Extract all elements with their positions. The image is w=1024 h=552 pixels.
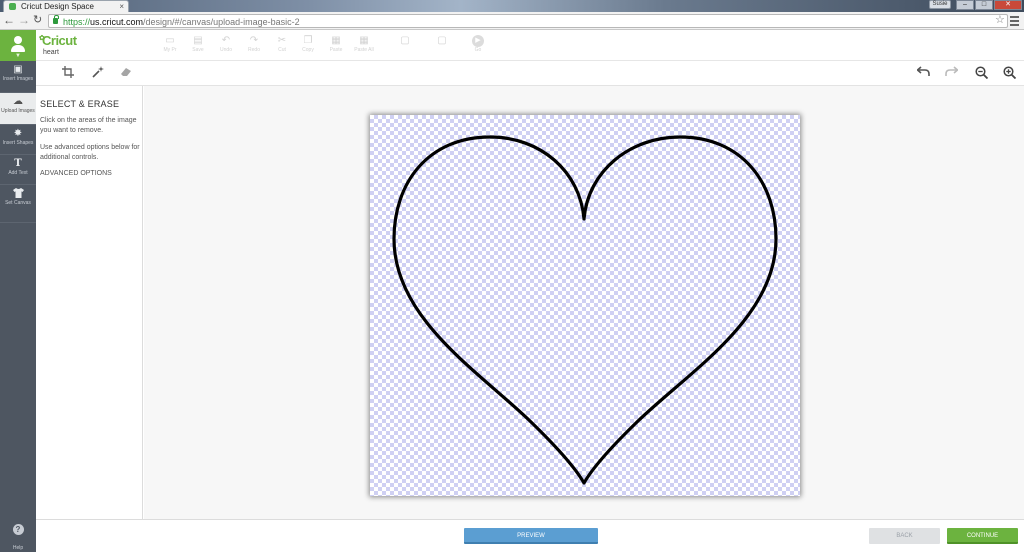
edit-toolbar [36, 61, 1024, 86]
select-erase-panel: SELECT & ERASE Click on the areas of the… [36, 86, 143, 519]
help-icon: ? [12, 524, 24, 535]
bookmark-star-icon[interactable]: ☆ [995, 14, 1005, 26]
browser-reload-icon[interactable]: ↻ [33, 14, 42, 27]
browser-tab[interactable]: Cricut Design Space × [3, 0, 129, 12]
instruction-text: Use advanced options below for additiona… [40, 144, 140, 161]
help-button[interactable]: ? Help [0, 522, 36, 552]
browser-back-icon[interactable]: ← [3, 14, 15, 27]
redo-icon: ↷ [249, 35, 259, 46]
toolbar-button-disabled-2[interactable]: ▢ [428, 35, 456, 47]
back-button[interactable]: BACK [869, 528, 940, 544]
advanced-options-link[interactable]: ADVANCED OPTIONS [40, 170, 112, 177]
paste-all-button[interactable]: ▦ Paste All [352, 35, 376, 53]
logo-swoosh-icon: ✿ [39, 35, 45, 42]
browser-address-bar: ← → ↻ https://us.cricut.com/design/#/can… [0, 12, 1024, 30]
undo-icon: ↶ [221, 35, 231, 46]
cricut-favicon-icon [9, 3, 16, 10]
sidebar-item-label: Add Text [8, 170, 28, 176]
go-icon: ▶ [472, 35, 484, 47]
tab-title: Cricut Design Space [21, 2, 94, 11]
upload-cloud-icon: ☁ [13, 96, 23, 107]
copy-button[interactable]: ❐ Copy [296, 35, 320, 53]
browser-tab-bar: Cricut Design Space × Susie – □ ✕ [0, 0, 1024, 12]
lock-icon [53, 15, 59, 24]
browser-menu-icon[interactable] [1010, 14, 1020, 26]
continue-button[interactable]: CONTINUE [947, 528, 1018, 544]
image-canvas[interactable] [370, 115, 800, 496]
browser-forward-icon[interactable]: → [18, 14, 30, 27]
url-scheme: https:// [63, 17, 91, 27]
tab-close-icon[interactable]: × [119, 1, 124, 12]
project-name: heart [43, 49, 59, 56]
window-controls: Susie – □ ✕ [929, 0, 1022, 11]
folder-icon: ▭ [165, 35, 175, 46]
cut-icon: ✂ [277, 35, 287, 46]
paste-icon: ▦ [331, 35, 341, 46]
undo-toolbar-button[interactable]: ↶ Undo [214, 35, 238, 53]
workspace [144, 86, 1024, 519]
sidebar-item-set-canvas[interactable]: Set Canvas [0, 185, 36, 223]
instruction-text: Click on the areas of the image you want… [40, 117, 137, 134]
redo-toolbar-button[interactable]: ↷ Redo [242, 35, 266, 53]
redo-icon[interactable] [943, 66, 959, 80]
shirt-icon [0, 188, 36, 199]
preview-button[interactable]: PREVIEW [464, 528, 598, 544]
layers-icon: ▢ [437, 35, 447, 46]
panel-title: SELECT & ERASE [40, 99, 120, 109]
eraser-icon[interactable] [118, 66, 134, 80]
shapes-icon: ✸ [13, 128, 23, 139]
user-account-button[interactable]: ▼ [0, 30, 36, 61]
minimize-button[interactable]: – [956, 0, 974, 10]
sidebar-item-insert-images[interactable]: ▣ Insert Images [0, 61, 36, 93]
close-window-button[interactable]: ✕ [994, 0, 1022, 10]
cut-button[interactable]: ✂ Cut [270, 35, 294, 53]
app-header: ✿ Cricut heart ▭ My Pr ▤ Save ↶ Undo ↷ R… [36, 30, 1024, 61]
help-label: Help [12, 545, 24, 551]
save-icon: ▤ [193, 35, 203, 46]
image-icon: ▣ [13, 64, 23, 75]
url-path: /design/#/canvas/upload-image-basic-2 [143, 17, 300, 27]
cricut-logo[interactable]: ✿ Cricut [39, 33, 77, 48]
paste-button[interactable]: ▦ Paste [324, 35, 348, 53]
grid-icon: ▢ [400, 35, 410, 46]
sidebar-item-label: Set Canvas [5, 200, 31, 206]
zoom-in-icon[interactable] [1001, 66, 1017, 80]
footer-bar: PREVIEW BACK CONTINUE [36, 519, 1024, 552]
magic-wand-icon[interactable] [90, 66, 106, 80]
zoom-out-icon[interactable] [973, 66, 989, 80]
sidebar-item-label: Insert Shapes [2, 140, 34, 146]
logo-text: Cricut [42, 33, 77, 48]
copy-icon: ❐ [303, 35, 313, 46]
go-button[interactable]: ▶ Go [467, 35, 489, 53]
heart-image[interactable] [370, 115, 800, 496]
sidebar-item-insert-shapes[interactable]: ✸ Insert Shapes [0, 125, 36, 155]
url-text: https://us.cricut.com/design/#/canvas/up… [63, 16, 300, 28]
sidebar-item-add-text[interactable]: T Add Text [0, 155, 36, 185]
my-projects-button[interactable]: ▭ My Pr [158, 35, 182, 53]
browser-user-button[interactable]: Susie [929, 0, 951, 9]
toolbar-button-disabled-1[interactable]: ▢ [388, 35, 422, 47]
user-avatar-icon [14, 36, 22, 44]
paste-all-icon: ▦ [359, 35, 369, 46]
chevron-down-icon: ▼ [15, 53, 21, 59]
url-host: us.cricut.com [90, 17, 144, 27]
maximize-button[interactable]: □ [975, 0, 993, 10]
sidebar-item-label: Insert Images [2, 76, 34, 82]
sidebar-item-label: Upload Images [1, 108, 35, 114]
url-input[interactable]: https://us.cricut.com/design/#/canvas/up… [48, 14, 1008, 28]
crop-icon[interactable] [60, 66, 76, 80]
sidebar-item-upload-images[interactable]: ☁ Upload Images [0, 93, 36, 125]
undo-icon[interactable] [915, 66, 931, 80]
left-sidebar: ▼ ▣ Insert Images ☁ Upload Images ✸ Inse… [0, 30, 36, 552]
save-button[interactable]: ▤ Save [186, 35, 210, 53]
text-icon: T [14, 158, 22, 169]
